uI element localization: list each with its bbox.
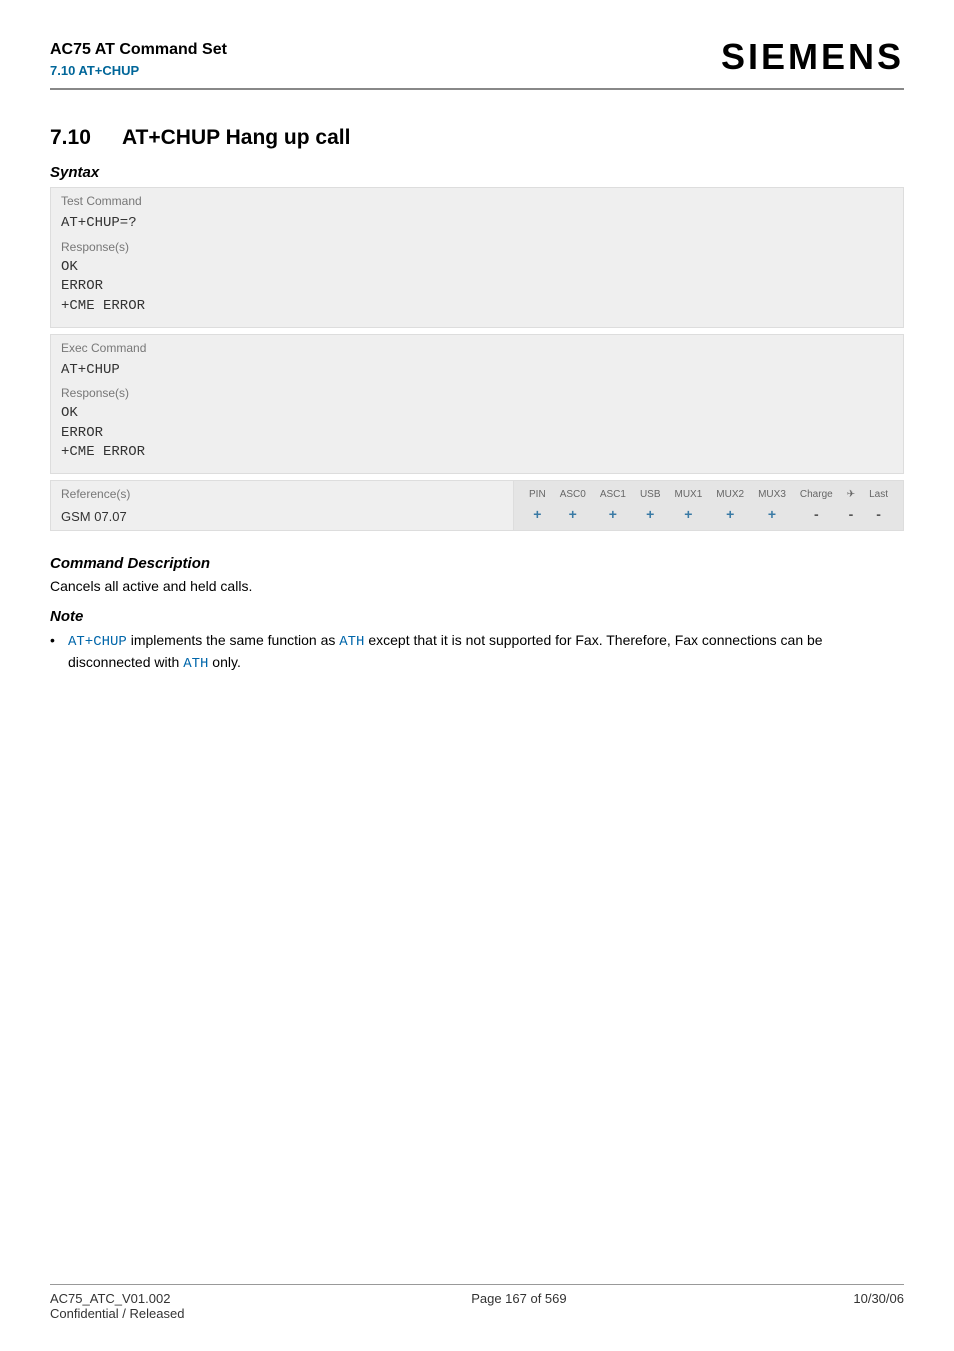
section-ref: 7.10 AT+CHUP xyxy=(50,61,227,81)
reference-value: GSM 07.07 xyxy=(61,509,503,524)
section-number: 7.10 xyxy=(50,126,91,149)
footer-date: 10/30/06 xyxy=(853,1291,904,1321)
ref-col: MUX1 xyxy=(668,487,710,506)
command-description-body: Cancels all active and held calls. xyxy=(50,578,904,594)
command-description-heading: Command Description xyxy=(50,555,904,572)
doc-title: AC75 AT Command Set xyxy=(50,40,227,61)
reference-row: Reference(s) GSM 07.07 PIN ASC0 ASC1 USB… xyxy=(50,480,904,531)
at-chup-link[interactable]: AT+CHUP xyxy=(68,634,127,650)
ref-col: ASC0 xyxy=(553,487,593,506)
exec-response-line: ERROR xyxy=(61,424,893,444)
test-command-text: AT+CHUP=? xyxy=(61,214,893,234)
test-responses-label: Response(s) xyxy=(61,240,893,254)
ref-val: - xyxy=(862,506,895,522)
test-response-line: +CME ERROR xyxy=(61,297,893,317)
page-header: AC75 AT Command Set 7.10 AT+CHUP SIEMENS xyxy=(50,40,904,80)
ref-col: Charge xyxy=(793,487,840,506)
brand-logo: SIEMENS xyxy=(721,36,904,78)
reference-left: Reference(s) GSM 07.07 xyxy=(51,481,513,530)
note-item: AT+CHUP implements the same function as … xyxy=(50,631,904,674)
ref-col: MUX3 xyxy=(751,487,793,506)
ref-val: + xyxy=(751,506,793,522)
ref-val: - xyxy=(840,506,862,522)
exec-command-label: Exec Command xyxy=(61,341,893,355)
page-footer: AC75_ATC_V01.002 Confidential / Released… xyxy=(50,1284,904,1321)
note-heading: Note xyxy=(50,608,904,625)
header-left: AC75 AT Command Set 7.10 AT+CHUP xyxy=(50,40,227,80)
ath-link[interactable]: ATH xyxy=(183,656,208,672)
ref-col: ASC1 xyxy=(593,487,633,506)
reference-table: PIN ASC0 ASC1 USB MUX1 MUX2 MUX3 Charge … xyxy=(522,487,895,522)
test-command-box: Test Command AT+CHUP=? Response(s) OK ER… xyxy=(50,187,904,327)
ref-col: Last xyxy=(862,487,895,506)
ref-header-row: PIN ASC0 ASC1 USB MUX1 MUX2 MUX3 Charge … xyxy=(522,487,895,506)
ref-col: USB xyxy=(633,487,668,506)
plane-icon: ✈ xyxy=(840,487,862,506)
footer-row: AC75_ATC_V01.002 Confidential / Released… xyxy=(50,1291,904,1321)
ref-val: + xyxy=(553,506,593,522)
footer-page: Page 167 of 569 xyxy=(471,1291,566,1321)
reference-label: Reference(s) xyxy=(61,487,503,501)
test-command-label: Test Command xyxy=(61,194,893,208)
exec-response-line: OK xyxy=(61,404,893,424)
ref-val: + xyxy=(633,506,668,522)
ref-col: MUX2 xyxy=(709,487,751,506)
ref-val: + xyxy=(593,506,633,522)
reference-right: PIN ASC0 ASC1 USB MUX1 MUX2 MUX3 Charge … xyxy=(513,481,903,530)
ref-val: + xyxy=(522,506,553,522)
ref-val: + xyxy=(709,506,751,522)
note-text: implements the same function as xyxy=(127,632,339,648)
ref-val: - xyxy=(793,506,840,522)
footer-version: AC75_ATC_V01.002 xyxy=(50,1291,184,1306)
ref-val: + xyxy=(668,506,710,522)
exec-command-box: Exec Command AT+CHUP Response(s) OK ERRO… xyxy=(50,334,904,474)
header-rule xyxy=(50,88,904,90)
ref-value-row: + + + + + + + - - - xyxy=(522,506,895,522)
syntax-heading: Syntax xyxy=(50,164,904,181)
exec-response-line: +CME ERROR xyxy=(61,443,893,463)
section-heading: 7.10 AT+CHUP Hang up call xyxy=(50,126,904,150)
section-title: AT+CHUP Hang up call xyxy=(122,126,351,149)
test-response-line: ERROR xyxy=(61,277,893,297)
footer-rule xyxy=(50,1284,904,1285)
ref-col: PIN xyxy=(522,487,553,506)
exec-command-text: AT+CHUP xyxy=(61,361,893,381)
footer-left: AC75_ATC_V01.002 Confidential / Released xyxy=(50,1291,184,1321)
exec-responses-label: Response(s) xyxy=(61,386,893,400)
footer-confidential: Confidential / Released xyxy=(50,1306,184,1321)
test-response-line: OK xyxy=(61,258,893,278)
note-text: only. xyxy=(208,654,240,670)
note-list: AT+CHUP implements the same function as … xyxy=(50,631,904,674)
ath-link[interactable]: ATH xyxy=(339,634,364,650)
